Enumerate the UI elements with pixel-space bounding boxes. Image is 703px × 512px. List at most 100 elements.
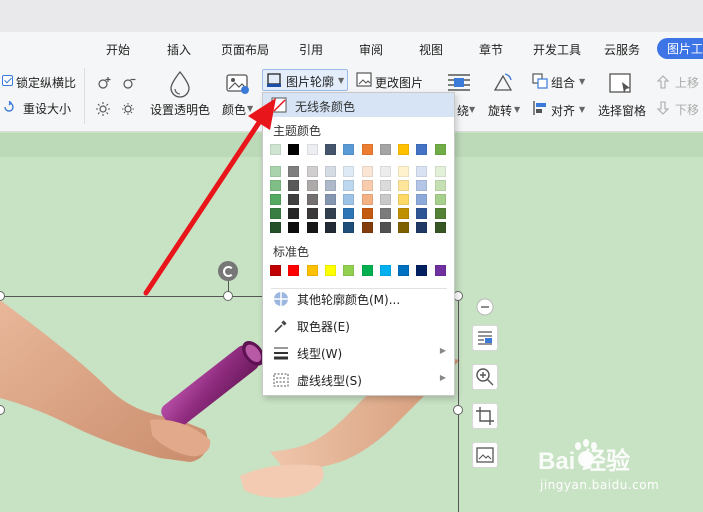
brightness-up-icon[interactable] <box>95 74 113 92</box>
tab-cloud-service[interactable]: 云服务 <box>604 41 640 58</box>
theme-shade-swatch[interactable] <box>398 166 410 177</box>
theme-shade-swatch[interactable] <box>270 208 281 219</box>
theme-shade-swatch[interactable] <box>416 208 428 219</box>
reset-size-button[interactable]: 重设大小 <box>23 100 71 117</box>
theme-shade-swatch[interactable] <box>379 222 391 233</box>
dash-style-item[interactable]: 虚线线型(S) ▶ <box>263 367 454 393</box>
theme-shade-swatch[interactable] <box>324 194 336 205</box>
theme-color-swatch[interactable] <box>416 144 428 155</box>
eyedropper-item[interactable]: 取色器(E) <box>263 313 454 339</box>
theme-shade-swatch[interactable] <box>324 222 336 233</box>
theme-color-swatch[interactable] <box>270 144 281 155</box>
theme-color-swatch[interactable] <box>434 144 446 155</box>
tab-picture-tools[interactable]: 图片工 <box>657 38 703 59</box>
theme-shade-swatch[interactable] <box>398 180 410 191</box>
theme-shade-swatch[interactable] <box>270 222 281 233</box>
crop-button[interactable] <box>472 403 498 429</box>
theme-shade-swatch[interactable] <box>416 222 428 233</box>
theme-shade-swatch[interactable] <box>343 180 355 191</box>
theme-shade-swatch[interactable] <box>306 194 318 205</box>
theme-color-swatch[interactable] <box>379 144 391 155</box>
theme-shade-swatch[interactable] <box>288 222 300 233</box>
lock-ratio-label[interactable]: 锁定纵横比 <box>16 74 76 91</box>
theme-shade-swatch[interactable] <box>343 166 355 177</box>
theme-shade-swatch[interactable] <box>288 194 300 205</box>
picture-effects-button[interactable] <box>472 442 498 468</box>
standard-color-swatch[interactable] <box>416 265 428 276</box>
theme-color-swatch[interactable] <box>361 144 373 155</box>
theme-shade-swatch[interactable] <box>434 180 446 191</box>
selection-pane-button[interactable]: 选择窗格 <box>598 102 646 119</box>
tab-review[interactable]: 审阅 <box>359 41 383 58</box>
theme-shade-swatch[interactable] <box>306 208 318 219</box>
standard-color-swatch[interactable] <box>398 265 410 276</box>
theme-shade-swatch[interactable] <box>416 166 428 177</box>
theme-shade-swatch[interactable] <box>379 166 391 177</box>
tab-insert[interactable]: 插入 <box>167 41 191 58</box>
rotate-button[interactable]: 旋转 <box>488 102 512 119</box>
theme-shade-swatch[interactable] <box>306 180 318 191</box>
tab-home[interactable]: 开始 <box>106 41 130 58</box>
theme-shade-swatch[interactable] <box>361 194 373 205</box>
theme-shade-swatch[interactable] <box>379 208 391 219</box>
theme-color-swatch[interactable] <box>343 144 355 155</box>
theme-shade-swatch[interactable] <box>361 166 373 177</box>
theme-shade-swatch[interactable] <box>416 180 428 191</box>
theme-shade-swatch[interactable] <box>288 208 300 219</box>
set-transparent-button[interactable]: 设置透明色 <box>150 101 210 118</box>
standard-color-swatch[interactable] <box>324 265 336 276</box>
theme-shade-swatch[interactable] <box>270 194 281 205</box>
tab-chapter[interactable]: 章节 <box>479 41 503 58</box>
bring-forward-button[interactable]: 上移 <box>675 74 699 91</box>
tab-page-layout[interactable]: 页面布局 <box>221 41 269 58</box>
theme-shade-swatch[interactable] <box>379 180 391 191</box>
theme-shade-swatch[interactable] <box>270 180 281 191</box>
contrast-up-icon[interactable] <box>95 99 113 117</box>
group-button[interactable]: 组合 <box>551 74 575 91</box>
contrast-down-icon[interactable] <box>120 99 138 117</box>
collapse-minus-icon[interactable] <box>476 298 494 316</box>
theme-shade-swatch[interactable] <box>324 208 336 219</box>
tab-developer[interactable]: 开发工具 <box>533 41 581 58</box>
brightness-down-icon[interactable] <box>120 74 138 92</box>
theme-color-swatch[interactable] <box>398 144 410 155</box>
theme-shade-swatch[interactable] <box>306 222 318 233</box>
standard-color-swatch[interactable] <box>379 265 391 276</box>
tab-references[interactable]: 引用 <box>299 41 323 58</box>
theme-color-swatch[interactable] <box>324 144 336 155</box>
theme-shade-swatch[interactable] <box>361 180 373 191</box>
standard-color-swatch[interactable] <box>270 265 281 276</box>
resize-handle-top[interactable] <box>223 291 233 301</box>
theme-shade-swatch[interactable] <box>324 180 336 191</box>
theme-shade-swatch[interactable] <box>288 166 300 177</box>
lock-ratio-checkbox[interactable] <box>2 75 13 86</box>
no-line-color-item[interactable]: 无线条颜色 <box>263 93 454 117</box>
more-outline-colors-item[interactable]: 其他轮廓颜色(M)... <box>263 286 454 312</box>
theme-shade-swatch[interactable] <box>434 166 446 177</box>
color-button[interactable]: 颜色 <box>222 101 246 118</box>
standard-color-swatch[interactable] <box>343 265 355 276</box>
theme-shade-swatch[interactable] <box>306 166 318 177</box>
standard-color-swatch[interactable] <box>306 265 318 276</box>
theme-shade-swatch[interactable] <box>434 222 446 233</box>
theme-color-swatch[interactable] <box>306 144 318 155</box>
standard-color-swatch[interactable] <box>288 265 300 276</box>
tab-view[interactable]: 视图 <box>419 41 443 58</box>
theme-shade-swatch[interactable] <box>398 222 410 233</box>
standard-color-swatch[interactable] <box>434 265 446 276</box>
theme-shade-swatch[interactable] <box>324 166 336 177</box>
change-picture-button[interactable]: 更改图片 <box>375 74 423 91</box>
theme-shade-swatch[interactable] <box>434 194 446 205</box>
wrap-button[interactable]: 绕 <box>457 102 469 119</box>
zoom-picture-button[interactable] <box>472 364 498 390</box>
layout-options-button[interactable] <box>472 325 498 351</box>
theme-color-swatch[interactable] <box>288 144 300 155</box>
theme-shade-swatch[interactable] <box>288 180 300 191</box>
theme-shade-swatch[interactable] <box>343 208 355 219</box>
standard-color-swatch[interactable] <box>361 265 373 276</box>
rotate-handle-icon[interactable] <box>218 261 238 281</box>
theme-shade-swatch[interactable] <box>270 166 281 177</box>
line-style-item[interactable]: 线型(W) ▶ <box>263 340 454 366</box>
theme-shade-swatch[interactable] <box>379 194 391 205</box>
resize-handle-right[interactable] <box>453 405 463 415</box>
